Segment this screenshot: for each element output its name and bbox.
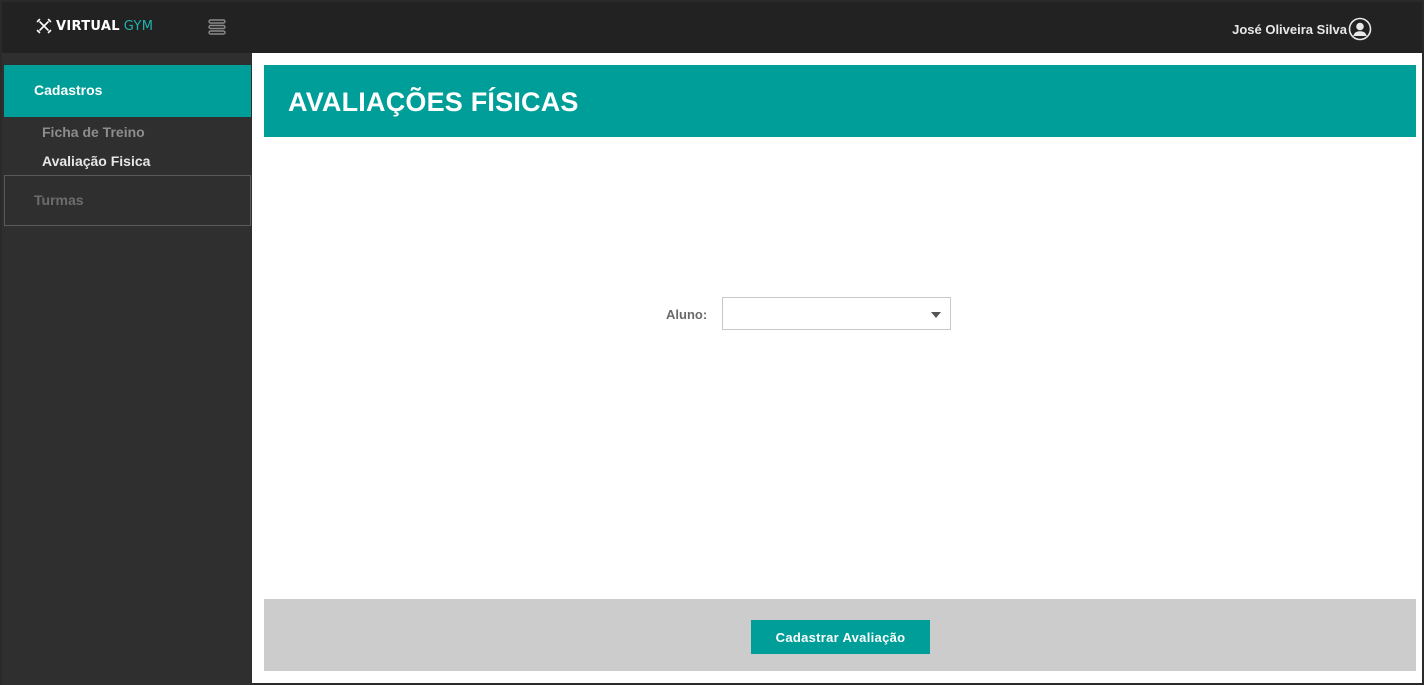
sidebar-item-label: Turmas xyxy=(34,192,84,208)
form-action-bar: Cadastrar Avaliação xyxy=(264,599,1416,671)
user-menu[interactable]: José Oliveira Silva xyxy=(1232,17,1372,41)
page-title: AVALIAÇÕES FÍSICAS xyxy=(288,87,579,117)
cadastrar-avaliacao-button[interactable]: Cadastrar Avaliação xyxy=(751,620,930,654)
brand-accent-text: GYM xyxy=(123,18,154,34)
top-navbar: VIRTUAL GYM José Oliveira Silva xyxy=(2,2,1422,53)
dumbbell-cross-icon xyxy=(36,18,52,34)
sidebar-item-cadastros[interactable]: Cadastros xyxy=(4,65,251,117)
sidebar: Cadastros Ficha de Treino Avaliação Fisi… xyxy=(2,53,252,685)
brand-logo[interactable]: VIRTUAL GYM xyxy=(36,18,153,34)
aluno-select[interactable] xyxy=(722,297,952,330)
aluno-form-row: Aluno: xyxy=(666,297,952,330)
brand-primary-text: VIRTUAL xyxy=(56,18,120,34)
hamburger-icon[interactable] xyxy=(207,18,227,36)
sidebar-item-turmas[interactable]: Turmas xyxy=(4,175,251,226)
user-circle-icon xyxy=(1348,17,1372,41)
aluno-label: Aluno: xyxy=(666,307,708,322)
user-name: José Oliveira Silva xyxy=(1232,21,1347,37)
sidebar-item-label: Cadastros xyxy=(34,82,103,98)
sidebar-subitem-ficha-de-treino[interactable]: Ficha de Treino xyxy=(42,124,145,140)
sidebar-subitem-avaliacao-fisica[interactable]: Avaliação Fisica xyxy=(42,153,150,169)
caret-down-icon xyxy=(931,312,942,318)
page-header: AVALIAÇÕES FÍSICAS xyxy=(264,65,1416,137)
app-window: VIRTUAL GYM José Oliveira Silva Cadastro… xyxy=(0,0,1424,685)
